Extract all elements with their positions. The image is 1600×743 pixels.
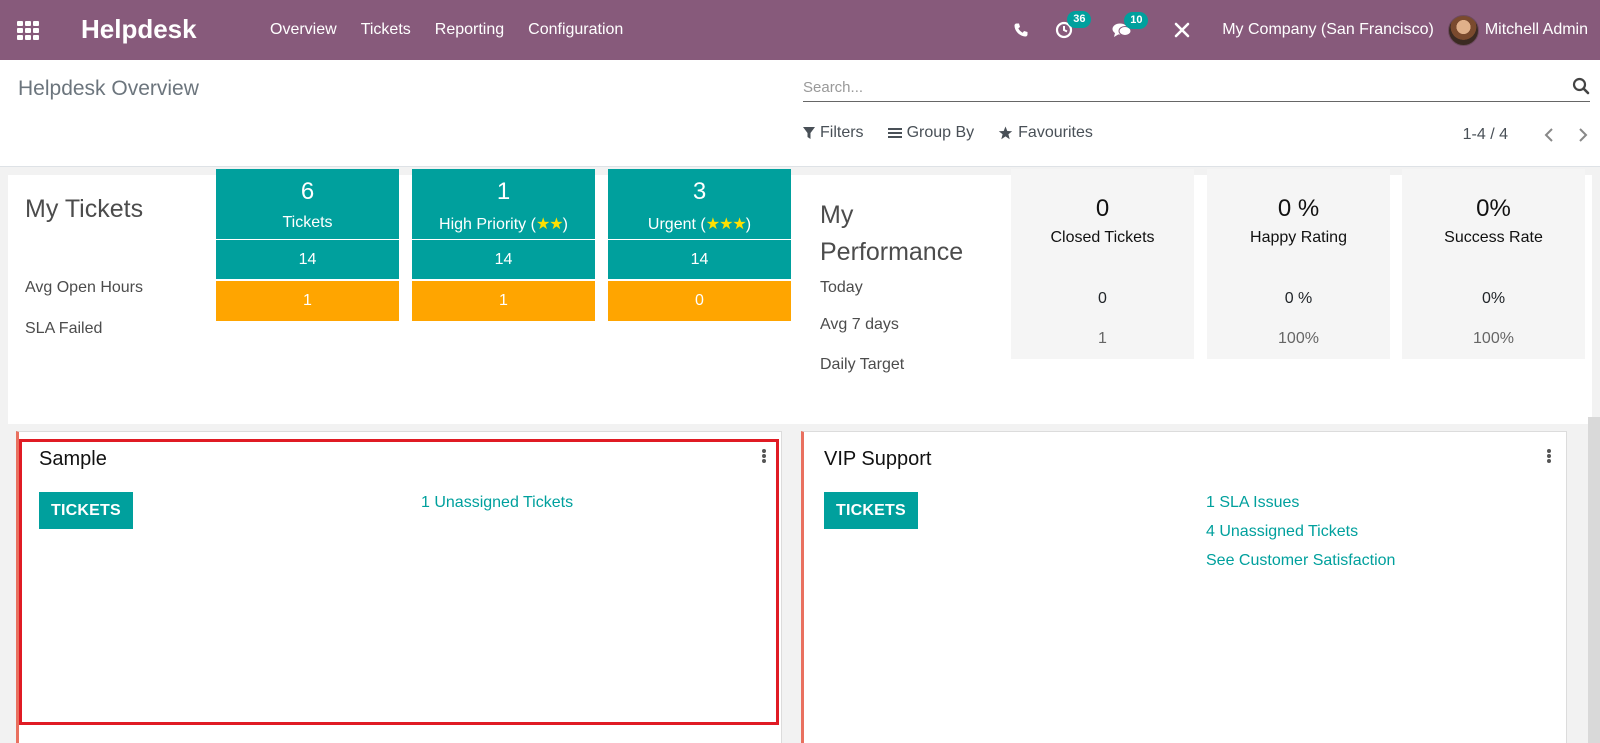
helpdesk-dashboard: My Tickets Avg Open Hours SLA Failed 6 T… <box>8 169 1592 424</box>
happy-rating-avg-7-days: 0 % <box>1207 279 1390 319</box>
happy-rating-tile: 0 % Happy Rating <box>1207 169 1390 279</box>
activity-count-badge: 36 <box>1067 11 1092 28</box>
tickets-tile[interactable]: 6 Tickets <box>216 169 399 239</box>
highlight-box <box>19 439 779 725</box>
kebab-menu-icon[interactable] <box>1544 448 1554 464</box>
user-name: Mitchell Admin <box>1484 21 1588 38</box>
group-by-button[interactable]: Group By <box>887 124 975 142</box>
daily-target-label: Daily Target <box>820 356 905 373</box>
high-priority-avg-open-hours[interactable]: 14 <box>412 240 595 279</box>
success-rate-avg-7-days: 0% <box>1402 279 1585 319</box>
happy-rating-daily-target: 100% <box>1207 319 1390 359</box>
top-navbar: Helpdesk Overview Tickets Reporting Conf… <box>0 0 1600 60</box>
main-menu: Overview Tickets Reporting Configuration <box>258 0 635 60</box>
tickets-avg-open-hours[interactable]: 14 <box>216 240 399 279</box>
tickets-sla-failed[interactable]: 1 <box>216 281 399 321</box>
favourites-button[interactable]: Favourites <box>998 124 1093 142</box>
star-icon: ★★ <box>535 216 564 233</box>
happy-rating-today: 0 % <box>1277 195 1320 222</box>
team-card-vip-support[interactable]: VIP Support TICKETS 1 SLA Issues 4 Unass… <box>801 431 1567 743</box>
urgent-tile[interactable]: 3 Urgent (★★★) <box>608 169 791 239</box>
sla-issues-link[interactable]: 1 SLA Issues <box>1206 494 1299 512</box>
search-icon[interactable] <box>1572 77 1590 95</box>
pager-next-icon[interactable] <box>1566 124 1600 146</box>
closed-tickets-tile: 0 Closed Tickets <box>1011 169 1194 279</box>
closed-tickets-today: 0 <box>1095 195 1110 222</box>
filters-button[interactable]: Filters <box>803 124 864 142</box>
list-icon <box>887 127 902 139</box>
today-label: Today <box>820 279 863 296</box>
company-switcher[interactable]: My Company (San Francisco) <box>1222 21 1434 39</box>
closed-tickets-label: Closed Tickets <box>1050 229 1155 246</box>
my-performance-title: My Performance <box>820 201 964 266</box>
menu-item-reporting[interactable]: Reporting <box>423 0 516 60</box>
happy-rating-label: Happy Rating <box>1250 229 1347 246</box>
avg-open-hours-label: Avg Open Hours <box>25 279 143 296</box>
filters-label: Filters <box>820 124 864 141</box>
success-rate-today: 0% <box>1476 195 1511 222</box>
breadcrumb: Helpdesk Overview <box>18 77 199 100</box>
avatar <box>1447 14 1479 46</box>
star-icon: ★★★ <box>705 216 747 233</box>
avg-7-days-label: Avg 7 days <box>820 316 899 333</box>
debug-tools-icon[interactable] <box>1173 21 1191 39</box>
tickets-button[interactable]: TICKETS <box>824 492 918 529</box>
group-by-label: Group By <box>906 124 975 141</box>
app-name[interactable]: Helpdesk <box>81 14 197 45</box>
high-priority-tile-label: High Priority (★★) <box>439 216 568 233</box>
pager: 1-4 / 4 <box>1463 124 1600 146</box>
success-rate-label: Success Rate <box>1444 229 1543 246</box>
pager-value[interactable]: 1-4 / 4 <box>1463 126 1508 144</box>
favourites-label: Favourites <box>1018 124 1093 141</box>
pager-previous-icon[interactable] <box>1532 124 1566 146</box>
search-options: Filters Group By Favourites <box>803 124 1117 142</box>
success-rate-tile: 0% Success Rate <box>1402 169 1585 279</box>
urgent-tile-label: Urgent (★★★) <box>647 216 752 233</box>
customer-satisfaction-link[interactable]: See Customer Satisfaction <box>1206 552 1395 570</box>
tickets-count: 6 <box>300 178 315 205</box>
high-priority-count: 1 <box>496 178 511 205</box>
urgent-count: 3 <box>692 178 707 205</box>
closed-tickets-avg-7-days: 0 <box>1011 279 1194 319</box>
urgent-avg-open-hours[interactable]: 14 <box>608 240 791 279</box>
star-icon <box>998 126 1013 140</box>
sla-failed-label: SLA Failed <box>25 320 103 337</box>
control-panel: Helpdesk Overview Filters Group By Favou… <box>0 60 1600 167</box>
high-priority-sla-failed[interactable]: 1 <box>412 281 595 321</box>
search-input[interactable] <box>803 75 1543 99</box>
my-tickets-title: My Tickets <box>25 195 144 223</box>
urgent-sla-failed[interactable]: 0 <box>608 281 791 321</box>
closed-tickets-daily-target: 1 <box>1011 319 1194 359</box>
message-count-badge: 10 <box>1124 11 1149 29</box>
phone-icon[interactable] <box>1013 22 1029 38</box>
high-priority-tile[interactable]: 1 High Priority (★★) <box>412 169 595 239</box>
kanban-content: My Tickets Avg Open Hours SLA Failed 6 T… <box>0 167 1600 743</box>
filter-icon <box>803 126 815 140</box>
apps-menu-icon[interactable] <box>17 21 39 40</box>
tickets-tile-label: Tickets <box>282 214 333 231</box>
success-rate-daily-target: 100% <box>1402 319 1585 359</box>
activity-clock-icon[interactable]: 36 <box>1055 11 1092 39</box>
messages-icon[interactable]: 10 <box>1112 11 1149 39</box>
menu-item-tickets[interactable]: Tickets <box>349 0 423 60</box>
scrollbar[interactable] <box>1588 417 1600 743</box>
user-menu[interactable]: Mitchell Admin <box>1447 14 1588 46</box>
unassigned-tickets-link[interactable]: 4 Unassigned Tickets <box>1206 523 1358 541</box>
systray: 36 10 My Company (San Francisco) Mitchel… <box>1000 0 1600 60</box>
search-bar <box>803 72 1590 102</box>
menu-item-configuration[interactable]: Configuration <box>516 0 635 60</box>
team-title: VIP Support <box>824 448 932 470</box>
menu-item-overview[interactable]: Overview <box>258 0 349 60</box>
